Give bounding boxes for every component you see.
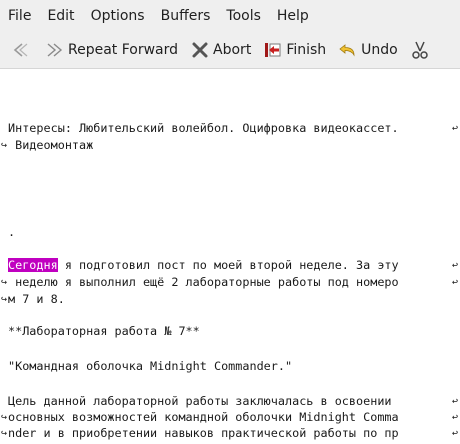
undo-label: Undo <box>361 42 398 58</box>
text-span: я подготовил пост по моей второй неделе.… <box>57 258 399 272</box>
menu-edit[interactable]: Edit <box>39 0 82 32</box>
wrap-arrow-icon: ↪ <box>0 140 8 151</box>
text-line: основных возможностей командной оболочки… <box>8 410 399 424</box>
wrap-arrow-icon: ↪ <box>0 412 8 423</box>
menu-options[interactable]: Options <box>83 0 153 32</box>
menu-file[interactable]: File <box>0 0 39 32</box>
toolbar: Repeat Forward Abort Finish Undo <box>0 32 460 69</box>
cursor-word-highlight: Сегодня <box>8 258 58 272</box>
back-button[interactable] <box>0 36 39 64</box>
repeat-forward-button[interactable]: Repeat Forward <box>39 36 184 64</box>
text-line: Сегодня я подготовил пост по моей второй… <box>8 257 448 274</box>
menu-tools[interactable]: Tools <box>218 0 269 32</box>
wrap-continuation-icon: ↩ <box>451 260 459 271</box>
back-arrow-icon <box>10 40 30 60</box>
text-line: Интересы: Любительский волейбол. Оцифров… <box>8 121 399 135</box>
undo-arrow-icon <box>338 40 358 60</box>
abort-button[interactable]: Abort <box>184 36 257 64</box>
forward-arrow-icon <box>45 40 65 60</box>
wrap-continuation-icon: ↩ <box>451 277 459 288</box>
wrap-continuation-icon: ↩ <box>451 396 459 407</box>
wrap-arrow-icon: ↪ <box>0 294 8 305</box>
cut-button[interactable] <box>404 36 439 64</box>
close-x-icon <box>190 40 210 60</box>
wrap-arrow-icon: ↪ <box>0 428 8 439</box>
menu-buffers[interactable]: Buffers <box>153 0 219 32</box>
text-line: "Командная оболочка Midnight Commander." <box>8 359 293 373</box>
wrap-continuation-icon: ↩ <box>451 412 459 423</box>
undo-button[interactable]: Undo <box>332 36 404 64</box>
menubar: File Edit Options Buffers Tools Help <box>0 0 460 32</box>
text-line: Цель данной лабораторной работы заключал… <box>8 394 392 408</box>
abort-label: Abort <box>213 42 252 58</box>
scissors-icon <box>410 40 430 60</box>
text-editor-area[interactable]: Интересы: Любительский волейбол. Оцифров… <box>0 69 460 444</box>
text-line: nder и в приобретении навыков практическ… <box>8 426 399 440</box>
finish-button[interactable]: Finish <box>257 36 332 64</box>
wrap-arrow-icon: ↪ <box>0 277 8 288</box>
repeat-forward-label: Repeat Forward <box>68 42 179 58</box>
finish-label: Finish <box>286 42 327 58</box>
text-line: м 7 и 8. <box>8 292 65 306</box>
wrap-continuation-icon: ↩ <box>451 428 459 439</box>
text-line: . <box>8 225 16 239</box>
text-line: неделю я выполнил ещё 2 лабораторные раб… <box>8 275 399 289</box>
finish-flag-icon <box>263 40 283 60</box>
text-line: **Лабораторная работа № 7** <box>8 324 200 338</box>
text-line: Видеомонтаж <box>8 138 94 152</box>
wrap-continuation-icon: ↩ <box>451 123 459 134</box>
menu-help[interactable]: Help <box>269 0 317 32</box>
